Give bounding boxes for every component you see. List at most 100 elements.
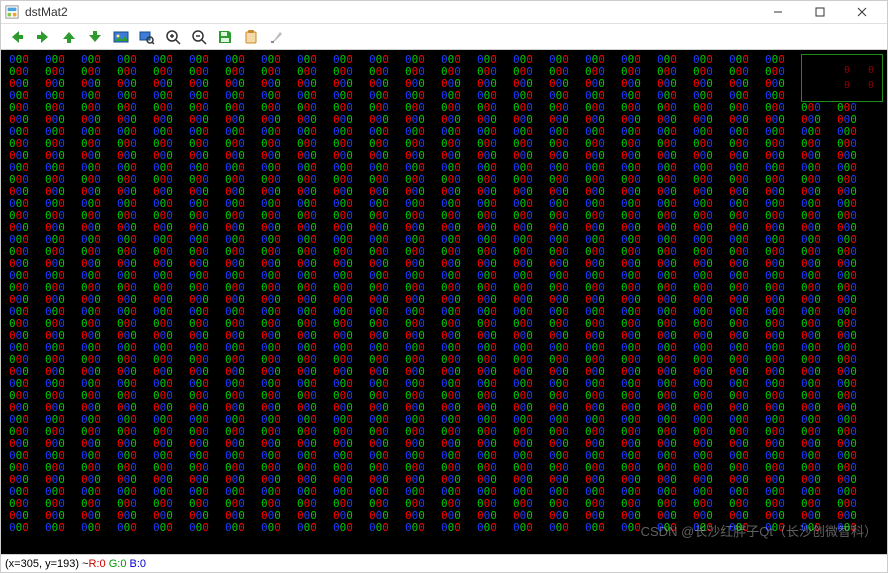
channel-value: 0 xyxy=(621,522,628,534)
channel-value: 0 xyxy=(369,522,376,534)
channel-value: 0 xyxy=(562,522,569,534)
thumb-val: 0 xyxy=(844,65,850,76)
channel-value: 0 xyxy=(52,522,59,534)
pixel-cell: 000 xyxy=(549,522,585,534)
channel-value: 0 xyxy=(45,522,52,534)
channel-value: 0 xyxy=(376,522,383,534)
channel-value: 0 xyxy=(405,522,412,534)
channel-value: 0 xyxy=(484,522,491,534)
channel-value: 0 xyxy=(418,522,425,534)
channel-value: 0 xyxy=(310,522,317,534)
brush-button[interactable] xyxy=(267,27,287,47)
channel-value: 0 xyxy=(454,522,461,534)
channel-value: 0 xyxy=(268,522,275,534)
channel-value: 0 xyxy=(124,522,131,534)
pixel-cell: 000 xyxy=(513,522,549,534)
channel-value: 0 xyxy=(549,522,556,534)
channel-value: 0 xyxy=(736,522,743,534)
channel-value: 0 xyxy=(9,522,16,534)
pixel-cell: 000 xyxy=(45,522,81,534)
nav-right-button[interactable] xyxy=(33,27,53,47)
channel-value: 0 xyxy=(693,522,700,534)
nav-left-button[interactable] xyxy=(7,27,27,47)
zoom-out-button[interactable] xyxy=(189,27,209,47)
channel-value: 0 xyxy=(153,522,160,534)
pixel-cell: 000 xyxy=(765,522,801,534)
channel-value: 0 xyxy=(628,522,635,534)
pixel-b: B:0 xyxy=(130,558,147,570)
channel-value: 0 xyxy=(117,522,124,534)
channel-value: 0 xyxy=(232,522,239,534)
channel-value: 0 xyxy=(585,522,592,534)
channel-value: 0 xyxy=(346,522,353,534)
window-title: dstMat2 xyxy=(25,5,68,19)
pixel-g: G:0 xyxy=(109,558,127,570)
channel-value: 0 xyxy=(189,522,196,534)
close-button[interactable] xyxy=(841,1,883,23)
save-button[interactable] xyxy=(215,27,235,47)
thumb-val: 0 xyxy=(844,80,850,91)
channel-value: 0 xyxy=(225,522,232,534)
thumb-val: 0 xyxy=(868,65,874,76)
channel-value: 0 xyxy=(448,522,455,534)
channel-value: 0 xyxy=(850,522,857,534)
channel-value: 0 xyxy=(765,522,772,534)
channel-value: 0 xyxy=(304,522,311,534)
pixel-cell: 000 xyxy=(477,522,513,534)
channel-value: 0 xyxy=(513,522,520,534)
toolbar xyxy=(1,24,887,50)
channel-value: 0 xyxy=(94,522,101,534)
channel-value: 0 xyxy=(274,522,281,534)
pixel-cell: 000 xyxy=(729,522,765,534)
minimize-button[interactable] xyxy=(757,1,799,23)
channel-value: 0 xyxy=(238,522,245,534)
maximize-button[interactable] xyxy=(799,1,841,23)
channel-value: 0 xyxy=(634,522,641,534)
pixel-cell: 000 xyxy=(261,522,297,534)
picture-button[interactable] xyxy=(111,27,131,47)
channel-value: 0 xyxy=(88,522,95,534)
channel-value: 0 xyxy=(520,522,527,534)
zoom-in-button[interactable] xyxy=(163,27,183,47)
channel-value: 0 xyxy=(297,522,304,534)
channel-value: 0 xyxy=(808,522,815,534)
app-icon xyxy=(5,5,19,19)
channel-value: 0 xyxy=(196,522,203,534)
nav-down-button[interactable] xyxy=(85,27,105,47)
pixel-cell: 000 xyxy=(117,522,153,534)
channel-value: 0 xyxy=(412,522,419,534)
channel-value: 0 xyxy=(801,522,808,534)
pixel-cell: 000 xyxy=(801,522,837,534)
pixel-cell: 000 xyxy=(693,522,729,534)
channel-value: 0 xyxy=(477,522,484,534)
channel-value: 0 xyxy=(340,522,347,534)
nav-up-button[interactable] xyxy=(59,27,79,47)
channel-value: 0 xyxy=(778,522,785,534)
pixel-cell: 000 xyxy=(369,522,405,534)
channel-value: 0 xyxy=(202,522,209,534)
channel-value: 0 xyxy=(526,522,533,534)
channel-value: 0 xyxy=(490,522,497,534)
zoom-region-button[interactable] xyxy=(137,27,157,47)
channel-value: 0 xyxy=(837,522,844,534)
pixel-cell: 000 xyxy=(837,522,873,534)
grid-row: 0000000000000000000000000000000000000000… xyxy=(9,522,873,534)
status-bar: (x=305, y=193) ~ R:0 G:0 B:0 xyxy=(1,554,887,572)
pixel-cell: 000 xyxy=(153,522,189,534)
channel-value: 0 xyxy=(742,522,749,534)
cursor-coords: (x=305, y=193) ~ xyxy=(5,558,89,570)
channel-value: 0 xyxy=(556,522,563,534)
clipboard-button[interactable] xyxy=(241,27,261,47)
channel-value: 0 xyxy=(700,522,707,534)
channel-value: 0 xyxy=(729,522,736,534)
pixel-cell: 000 xyxy=(405,522,441,534)
image-viewport[interactable]: 0000000000000000000000000000000000000000… xyxy=(1,50,887,554)
channel-value: 0 xyxy=(81,522,88,534)
pixel-cell: 000 xyxy=(9,522,45,534)
channel-value: 0 xyxy=(333,522,340,534)
overview-thumbnail[interactable]: 00 00 xyxy=(801,54,883,102)
channel-value: 0 xyxy=(166,522,173,534)
channel-value: 0 xyxy=(844,522,851,534)
channel-value: 0 xyxy=(814,522,821,534)
pixel-cell: 000 xyxy=(81,522,117,534)
